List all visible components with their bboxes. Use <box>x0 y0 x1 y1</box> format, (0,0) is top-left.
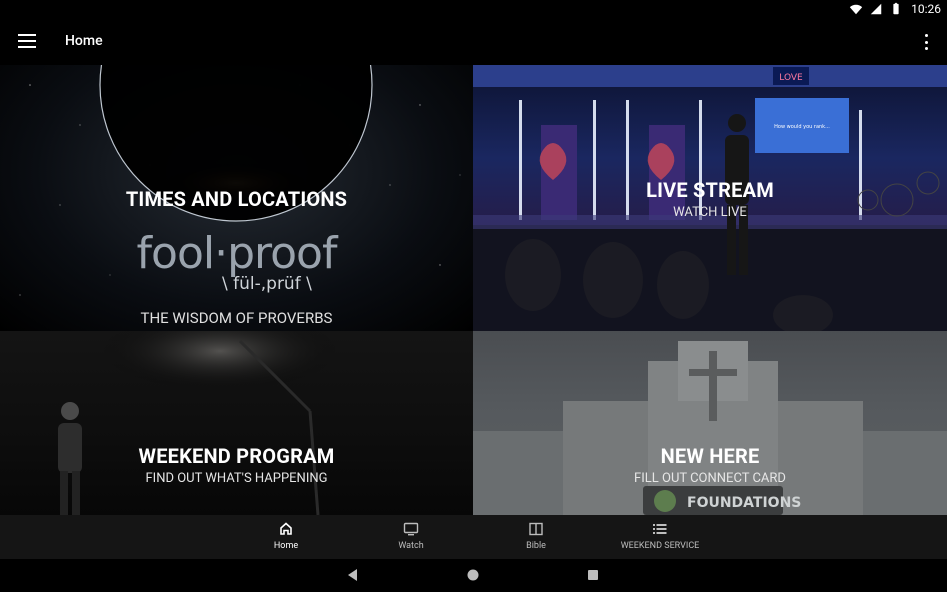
wifi-icon <box>849 4 863 15</box>
back-icon[interactable] <box>345 567 361 583</box>
status-icons: 10:26 <box>849 2 941 16</box>
book-icon <box>529 522 543 536</box>
tile-title: NEW HERE <box>660 444 760 468</box>
status-time: 10:26 <box>911 2 941 16</box>
home-circle-icon[interactable] <box>465 567 481 583</box>
speaker-photo-art <box>58 331 340 515</box>
hamburger-menu-icon[interactable] <box>18 34 36 50</box>
home-icon <box>280 522 292 535</box>
tile-times-and-locations[interactable]: TIMES AND LOCATIONS fool·proof \ fül-,pr… <box>0 65 473 331</box>
tile-live-stream[interactable]: LOVE How would you rank... LIVE STREAM W… <box>473 65 947 331</box>
nav-label: WEEKEND SERVICE <box>620 541 700 551</box>
bottom-navigation: Home Watch Bible WEEKEND SERVICE <box>0 515 947 559</box>
page-title: Home <box>65 33 103 49</box>
phonetic-text: \ fül-,prüf \ <box>222 274 312 294</box>
nav-label: Bible <box>526 541 546 551</box>
nav-label: Home <box>273 541 299 551</box>
list-icon <box>653 524 667 534</box>
tile-subtitle: WATCH LIVE <box>673 205 747 220</box>
tile-subtitle: FIND OUT WHAT'S HAPPENING <box>145 471 328 486</box>
tile-weekend-program[interactable]: WEEKEND PROGRAM FIND OUT WHAT'S HAPPENIN… <box>0 331 473 515</box>
church-building-photo-art: FOUNDATIONS <box>473 341 947 515</box>
cellular-signal-icon <box>870 3 882 15</box>
nav-item-weekend-service[interactable]: WEEKEND SERVICE <box>620 521 700 551</box>
stage-love-sign: LOVE <box>779 73 803 83</box>
tile-title: LIVE STREAM <box>646 178 774 202</box>
stage-screen-text: How would you rank... <box>774 124 830 130</box>
system-navigation-bar <box>0 559 947 592</box>
foolproof-logo-text: fool·proof <box>136 228 338 279</box>
nav-item-bible[interactable]: Bible <box>496 521 576 551</box>
nav-item-watch[interactable]: Watch <box>371 521 451 551</box>
tile-subtitle: FILL OUT CONNECT CARD <box>634 471 786 486</box>
nav-item-home[interactable]: Home <box>246 521 326 551</box>
tv-icon <box>403 522 419 536</box>
recent-apps-icon[interactable] <box>585 567 601 583</box>
status-bar: 10:26 <box>0 0 947 20</box>
tile-new-here[interactable]: FOUNDATIONS NEW HERE FILL OUT CONNECT CA… <box>473 331 947 515</box>
tile-title: TIMES AND LOCATIONS <box>125 187 348 211</box>
nav-label: Watch <box>398 541 424 551</box>
series-tagline: THE WISDOM OF PROVERBS <box>140 309 333 327</box>
foundations-sign-text: FOUNDATIONS <box>687 495 801 511</box>
app-bar: Home <box>0 20 947 65</box>
battery-icon <box>893 2 899 15</box>
tile-title: WEEKEND PROGRAM <box>138 444 335 468</box>
overflow-menu-icon[interactable] <box>923 34 929 50</box>
